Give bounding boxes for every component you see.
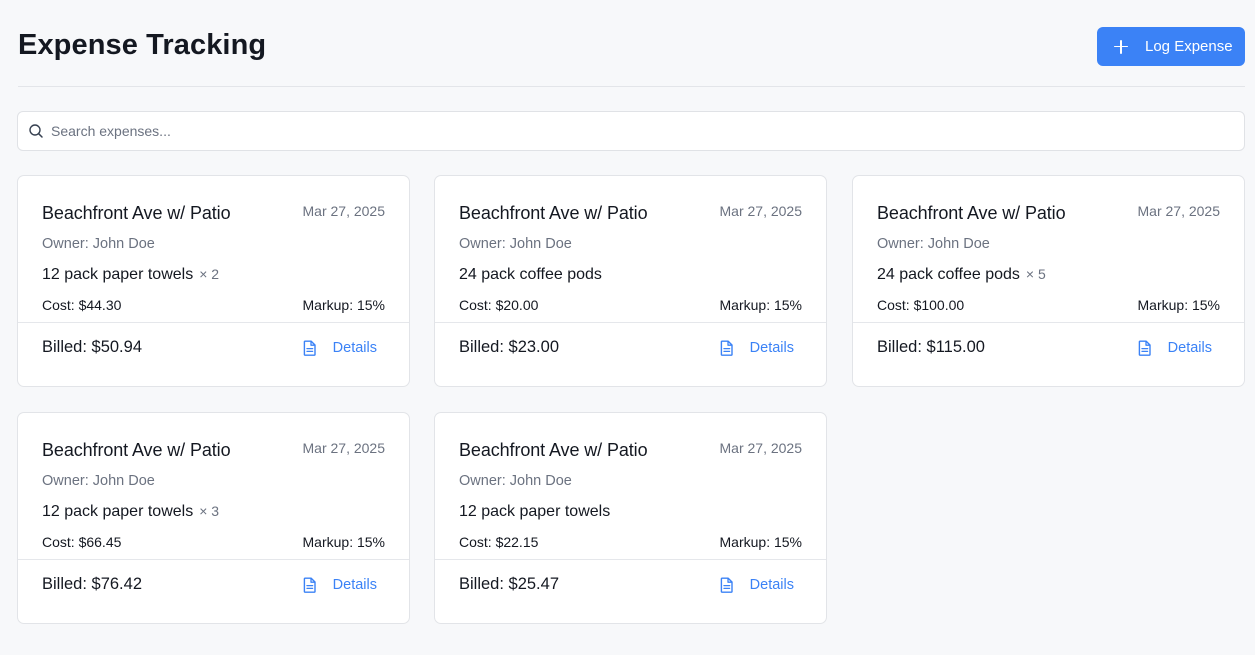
cost-label: Cost: $20.00 bbox=[459, 297, 539, 313]
item-quantity: × 5 bbox=[1025, 266, 1046, 282]
owner-label: Owner: John Doe bbox=[42, 473, 155, 489]
card-divider bbox=[18, 322, 409, 323]
markup-label: Markup: 15% bbox=[1137, 297, 1220, 313]
expense-date: Mar 27, 2025 bbox=[302, 440, 386, 456]
markup-label: Markup: 15% bbox=[302, 297, 385, 313]
expense-date: Mar 27, 2025 bbox=[719, 440, 803, 456]
expense-tracking-page: Expense Tracking Log Expense Beachfront … bbox=[0, 0, 1255, 655]
cost-label: Cost: $100.00 bbox=[877, 297, 965, 313]
property-name: Beachfront Ave w/ Patio bbox=[42, 440, 231, 460]
details-label: Details bbox=[332, 577, 377, 593]
billed-amount: Billed: $50.94 bbox=[42, 338, 142, 356]
cost-label: Cost: $44.30 bbox=[42, 297, 122, 313]
log-expense-button[interactable]: Log Expense bbox=[1097, 27, 1245, 66]
expense-item: 24 pack coffee pods × 5 bbox=[877, 266, 1046, 284]
billed-amount: Billed: $76.42 bbox=[42, 575, 142, 593]
document-icon bbox=[720, 577, 733, 593]
billed-amount: Billed: $23.00 bbox=[459, 338, 559, 356]
property-name: Beachfront Ave w/ Patio bbox=[42, 203, 231, 223]
property-name: Beachfront Ave w/ Patio bbox=[459, 203, 648, 223]
markup-label: Markup: 15% bbox=[719, 297, 802, 313]
expense-item: 12 pack paper towels × 2 bbox=[42, 266, 219, 284]
details-link[interactable]: Details bbox=[720, 338, 794, 358]
property-name: Beachfront Ave w/ Patio bbox=[877, 203, 1066, 223]
search-bar bbox=[17, 111, 1245, 151]
details-label: Details bbox=[1167, 340, 1212, 356]
item-name: 12 pack paper towels bbox=[459, 503, 611, 520]
details-link[interactable]: Details bbox=[720, 575, 794, 595]
expense-date: Mar 27, 2025 bbox=[1137, 203, 1221, 219]
document-icon bbox=[720, 340, 733, 356]
cost-label: Cost: $22.15 bbox=[459, 534, 539, 550]
expense-date: Mar 27, 2025 bbox=[302, 203, 386, 219]
page-title: Expense Tracking bbox=[18, 29, 267, 61]
details-link[interactable]: Details bbox=[303, 338, 377, 358]
document-icon bbox=[1138, 340, 1151, 356]
item-name: 24 pack coffee pods bbox=[459, 266, 602, 283]
expense-item: 24 pack coffee pods bbox=[459, 266, 602, 284]
document-icon bbox=[303, 340, 316, 356]
billed-amount: Billed: $25.47 bbox=[459, 575, 559, 593]
expense-card: Beachfront Ave w/ Patio Mar 27, 2025 Own… bbox=[17, 412, 410, 624]
document-icon bbox=[303, 577, 316, 593]
expense-item: 12 pack paper towels × 3 bbox=[42, 503, 219, 521]
expense-date: Mar 27, 2025 bbox=[719, 203, 803, 219]
expense-card: Beachfront Ave w/ Patio Mar 27, 2025 Own… bbox=[434, 412, 827, 624]
details-label: Details bbox=[749, 340, 794, 356]
card-divider bbox=[853, 322, 1244, 323]
item-name: 12 pack paper towels bbox=[42, 503, 194, 520]
search-icon bbox=[29, 124, 43, 138]
expense-card: Beachfront Ave w/ Patio Mar 27, 2025 Own… bbox=[434, 175, 827, 387]
plus-icon bbox=[1114, 39, 1128, 54]
expense-card-grid: Beachfront Ave w/ Patio Mar 27, 2025 Own… bbox=[17, 175, 1245, 635]
item-name: 12 pack paper towels bbox=[42, 266, 194, 283]
log-expense-label: Log Expense bbox=[1145, 38, 1233, 55]
card-divider bbox=[435, 322, 826, 323]
details-label: Details bbox=[332, 340, 377, 356]
cost-label: Cost: $66.45 bbox=[42, 534, 122, 550]
item-quantity: × 3 bbox=[199, 503, 220, 519]
owner-label: Owner: John Doe bbox=[459, 236, 572, 252]
search-input[interactable] bbox=[51, 123, 1201, 139]
card-divider bbox=[435, 559, 826, 560]
page-header: Expense Tracking Log Expense bbox=[18, 0, 1245, 87]
billed-amount: Billed: $115.00 bbox=[877, 338, 985, 356]
item-quantity: × 2 bbox=[199, 266, 220, 282]
card-divider bbox=[18, 559, 409, 560]
expense-item: 12 pack paper towels bbox=[459, 503, 610, 521]
owner-label: Owner: John Doe bbox=[459, 473, 572, 489]
details-label: Details bbox=[749, 577, 794, 593]
expense-card: Beachfront Ave w/ Patio Mar 27, 2025 Own… bbox=[17, 175, 410, 387]
markup-label: Markup: 15% bbox=[302, 534, 385, 550]
item-name: 24 pack coffee pods bbox=[877, 266, 1020, 283]
markup-label: Markup: 15% bbox=[719, 534, 802, 550]
expense-card: Beachfront Ave w/ Patio Mar 27, 2025 Own… bbox=[852, 175, 1245, 387]
details-link[interactable]: Details bbox=[303, 575, 377, 595]
owner-label: Owner: John Doe bbox=[877, 236, 990, 252]
owner-label: Owner: John Doe bbox=[42, 236, 155, 252]
details-link[interactable]: Details bbox=[1138, 338, 1212, 358]
property-name: Beachfront Ave w/ Patio bbox=[459, 440, 648, 460]
